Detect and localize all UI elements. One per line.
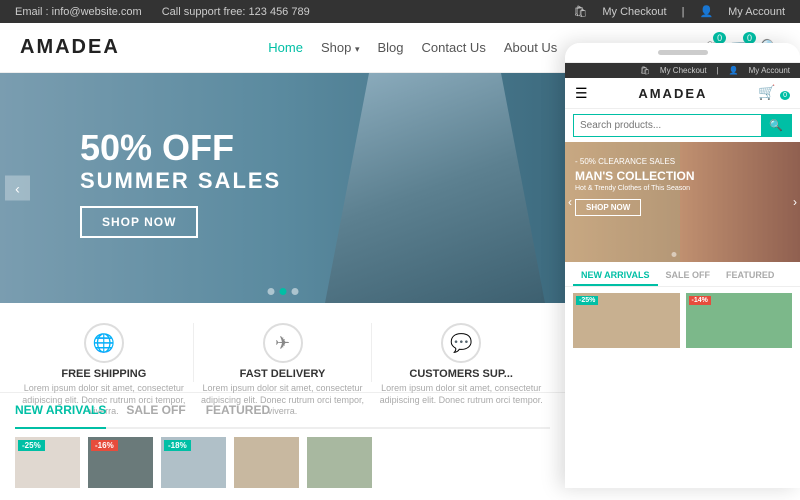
nav-about[interactable]: About Us [504, 40, 557, 55]
mobile-menu-icon[interactable]: ☰ [575, 85, 588, 102]
top-bar: Email : info@website.com Call support fr… [0, 0, 800, 23]
feature-support-desc: Lorem ipsum dolor sit amet, consectetur … [377, 383, 545, 406]
mobile-logo: AMADEA [638, 86, 707, 101]
mobile-separator: | [717, 66, 719, 75]
mobile-search-button[interactable]: 🔍 [761, 115, 791, 136]
site-logo: AMADEA [20, 36, 120, 59]
mobile-panel: 🛍 My Checkout | 👤 My Account ☰ AMADEA 🛒 … [565, 43, 800, 488]
mobile-product-badge-2: -14% [689, 296, 711, 305]
checkout-link[interactable]: My Checkout [602, 6, 666, 18]
mobile-account-icon: 👤 [729, 66, 739, 75]
chat-icon: 💬 [441, 323, 481, 363]
separator: | [682, 6, 685, 18]
main-content: 50% OFF SUMMER SALES SHOP NOW ‹ 🌐 FREE S… [0, 73, 800, 488]
hero-cta-button[interactable]: SHOP NOW [80, 206, 198, 238]
mobile-hero-cta[interactable]: SHOP NOW [575, 199, 641, 216]
features-strip: 🌐 FREE SHIPPING Lorem ipsum dolor sit am… [0, 303, 565, 393]
mobile-cart-icon: 🛒 [758, 84, 775, 100]
hero-dot-3[interactable] [291, 288, 298, 295]
mobile-checkout-icon: 🛍 [640, 66, 650, 75]
mobile-dot-1[interactable] [671, 252, 676, 257]
mobile-search-input[interactable] [574, 115, 761, 136]
hero-text: 50% OFF SUMMER SALES SHOP NOW [80, 128, 281, 238]
feature-delivery: ✈ FAST DELIVERY Lorem ipsum dolor sit am… [194, 323, 373, 382]
hero-prev-arrow[interactable]: ‹ [5, 176, 30, 201]
chevron-down-icon: ▾ [355, 44, 360, 54]
mobile-account[interactable]: My Account [749, 66, 790, 75]
mobile-clearance-text: - 50% CLEARANCE SALES [575, 157, 695, 166]
tab-featured[interactable]: FEATURED [206, 403, 270, 421]
mobile-product-2[interactable]: -14% [686, 293, 793, 348]
top-bar-left: Email : info@website.com Call support fr… [15, 6, 310, 18]
mobile-hero: - 50% CLEARANCE SALES MAN'S COLLECTION H… [565, 142, 800, 262]
product-badge-2: -16% [91, 440, 118, 451]
feature-shipping: 🌐 FREE SHIPPING Lorem ipsum dolor sit am… [15, 323, 194, 382]
product-item-1[interactable]: -25% [15, 437, 80, 488]
email-info: Email : info@website.com [15, 6, 142, 18]
hero-dots [267, 288, 298, 295]
nav-home[interactable]: Home [268, 40, 303, 55]
plane-icon: ✈ [263, 323, 303, 363]
mobile-cart-badge: 0 [780, 91, 790, 100]
top-bar-right: 🛍 My Checkout | 👤 My Account [573, 5, 785, 18]
mobile-cart-area[interactable]: 🛒 0 [758, 84, 790, 102]
mobile-top-bar: 🛍 My Checkout | 👤 My Account [565, 63, 800, 78]
account-icon: 👤 [699, 5, 713, 18]
nav-contact[interactable]: Contact Us [422, 40, 486, 55]
mobile-product-img-2: -14% [686, 293, 793, 348]
feature-support-title: CUSTOMERS SUP... [377, 368, 545, 380]
tab-new-arrivals[interactable]: NEW ARRIVALS [15, 403, 106, 429]
hero-dot-1[interactable] [267, 288, 274, 295]
mobile-tabs: NEW ARRIVALS SALE OFF FEATURED [565, 262, 800, 287]
checkout-icon: 🛍 [573, 5, 587, 18]
product-item-3[interactable]: -18% [161, 437, 226, 488]
product-item-4[interactable] [234, 437, 299, 488]
main-nav: Home Shop ▾ Blog Contact Us About Us [268, 40, 557, 55]
mobile-product-1[interactable]: -25% [573, 293, 680, 348]
feature-delivery-title: FAST DELIVERY [199, 368, 367, 380]
mobile-collection-title: MAN'S COLLECTION [575, 169, 695, 183]
globe-icon: 🌐 [84, 323, 124, 363]
mobile-header: ☰ AMADEA 🛒 0 [565, 78, 800, 109]
wishlist-badge: 0 [713, 32, 726, 44]
mobile-notch [658, 50, 708, 55]
mobile-hero-text: - 50% CLEARANCE SALES MAN'S COLLECTION H… [575, 157, 695, 216]
feature-shipping-title: FREE SHIPPING [20, 368, 188, 380]
nav-blog[interactable]: Blog [377, 40, 403, 55]
mobile-tab-featured[interactable]: FEATURED [718, 267, 782, 286]
hero-figure-bg [325, 73, 545, 303]
mobile-collection-sub: Hot & Trendy Clothes of This Season [575, 185, 695, 192]
mobile-tab-sale-off[interactable]: SALE OFF [658, 267, 719, 286]
product-badge-3: -18% [164, 440, 191, 451]
tab-sale-off[interactable]: SALE OFF [126, 403, 185, 421]
hero-percent: 50% OFF [80, 128, 281, 168]
mobile-search-bar[interactable]: 🔍 [573, 114, 792, 137]
hero-subtitle: SUMMER SALES [80, 168, 281, 194]
mobile-products: -25% -14% [565, 287, 800, 354]
cart-badge: 0 [743, 32, 756, 44]
hero-dot-2[interactable] [279, 288, 286, 295]
account-link[interactable]: My Account [728, 6, 785, 18]
mobile-notch-area [565, 43, 800, 63]
desktop-panel: 50% OFF SUMMER SALES SHOP NOW ‹ 🌐 FREE S… [0, 73, 565, 488]
mobile-product-img-1: -25% [573, 293, 680, 348]
feature-support: 💬 CUSTOMERS SUP... Lorem ipsum dolor sit… [372, 323, 550, 382]
mobile-checkout[interactable]: My Checkout [660, 66, 707, 75]
nav-shop[interactable]: Shop ▾ [321, 40, 360, 55]
product-grid: -25% -16% -18% [15, 437, 550, 488]
mobile-hero-next[interactable]: › [793, 195, 797, 209]
mobile-hero-prev[interactable]: ‹ [568, 195, 572, 209]
product-item-5[interactable] [307, 437, 372, 488]
hero-section: 50% OFF SUMMER SALES SHOP NOW ‹ [0, 73, 565, 303]
mobile-tab-new-arrivals[interactable]: NEW ARRIVALS [573, 267, 658, 286]
mobile-product-badge-1: -25% [576, 296, 598, 305]
product-badge-1: -25% [18, 440, 45, 451]
product-item-2[interactable]: -16% [88, 437, 153, 488]
phone-info: Call support free: 123 456 789 [162, 6, 310, 18]
